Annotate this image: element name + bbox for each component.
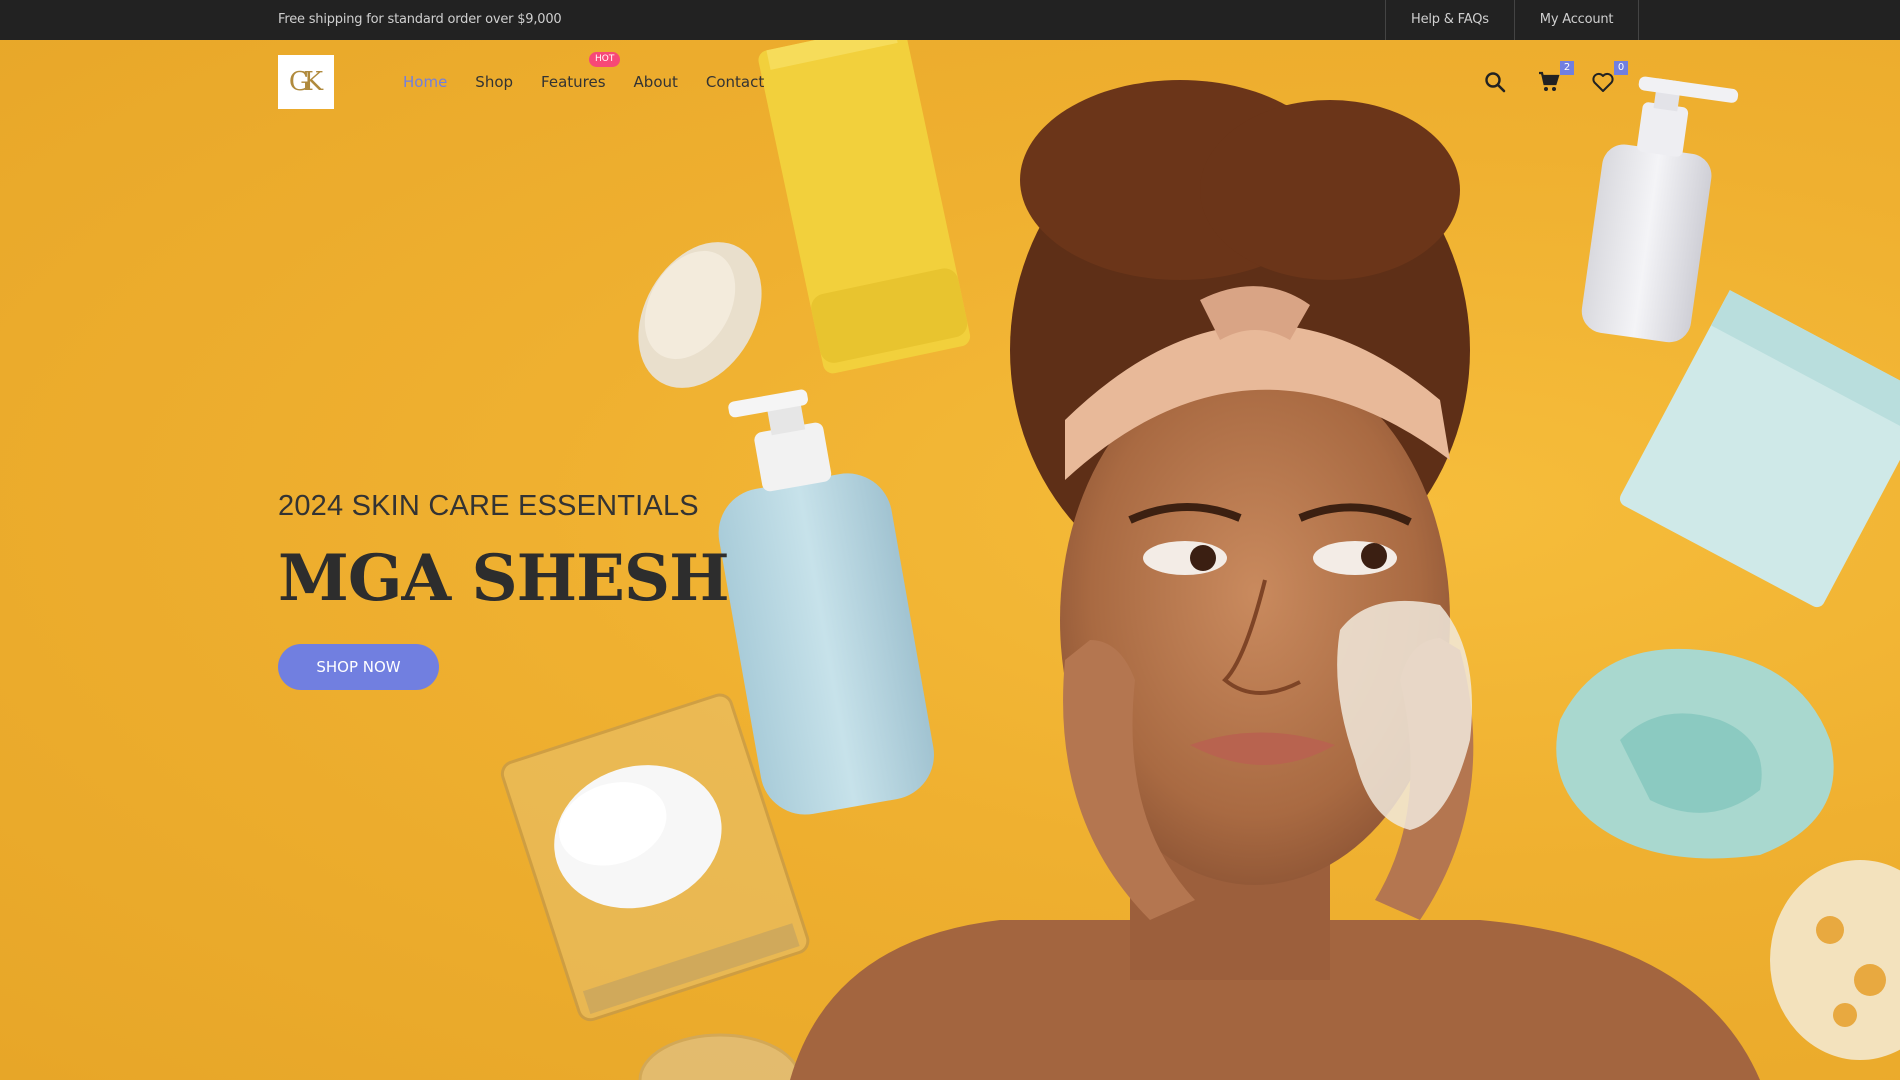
main-nav: Home Shop Features HOT About Contact [403,40,792,124]
nav-item-home[interactable]: Home [403,73,447,91]
shipping-notice: Free shipping for standard order over $9… [278,12,562,27]
hero-title: MGA SHESH [278,541,730,616]
my-account-link[interactable]: My Account [1515,0,1640,40]
nav-item-about[interactable]: About [634,73,678,91]
search-button[interactable] [1480,67,1510,97]
hot-badge: HOT [589,52,621,67]
help-faqs-link[interactable]: Help & FAQs [1386,0,1515,40]
heart-icon [1592,72,1614,92]
nav-item-shop[interactable]: Shop [475,73,513,91]
nav-item-features-label: Features [541,73,606,91]
cart-button[interactable]: 2 [1534,61,1574,97]
logo-text: GK [288,67,323,97]
hero-subtitle: 2024 SKIN CARE ESSENTIALS [278,490,699,522]
site-header: GK Home Shop Features HOT About Contact … [0,40,1900,124]
search-icon [1485,72,1506,93]
top-bar: Free shipping for standard order over $9… [0,0,1900,40]
top-bar-links: Help & FAQs My Account [1385,0,1640,40]
hero-content: 2024 SKIN CARE ESSENTIALS MGA SHESH SHOP… [278,490,730,690]
cart-count-badge: 2 [1560,61,1574,75]
wishlist-button[interactable]: 0 [1588,61,1628,97]
header-icons: 2 0 [1480,40,1642,124]
site-logo[interactable]: GK [278,55,334,109]
cart-icon [1539,71,1560,91]
nav-item-contact[interactable]: Contact [706,73,764,91]
wishlist-count-badge: 0 [1614,61,1628,75]
shop-now-button[interactable]: SHOP NOW [278,644,439,690]
nav-item-features[interactable]: Features HOT [541,52,621,91]
